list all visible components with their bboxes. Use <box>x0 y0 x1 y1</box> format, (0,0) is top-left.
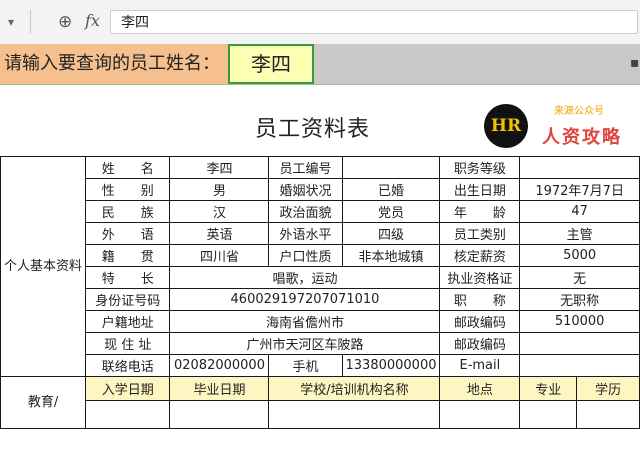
section-label-education: 教育/ <box>0 376 87 429</box>
field-value[interactable]: 1972年7月7日 <box>519 178 640 201</box>
field-value[interactable]: 李四 <box>169 156 270 179</box>
field-label: 户口性质 <box>268 244 343 267</box>
field-value[interactable]: 13380000000 <box>341 354 441 377</box>
field-label: 现 住 址 <box>85 332 171 355</box>
table-row: 教育/ 入学日期 毕业日期 学校/培训机构名称 地点 专业 学历 <box>0 376 640 429</box>
employee-table: 个人基本资料 姓 名 李四 员工编号 职务等级 性 别 男 婚姻状况 已婚 出生… <box>0 156 640 429</box>
field-label: 员工类别 <box>439 222 521 245</box>
table-row: 民 族 汉 政治面貌 党员 年 龄 47 <box>1 200 640 223</box>
scroll-marker-icon: ▪ <box>630 55 640 71</box>
table-row: 性 别 男 婚姻状况 已婚 出生日期 1972年7月7日 <box>1 178 640 201</box>
field-value[interactable] <box>519 156 640 179</box>
table-row <box>1 400 640 429</box>
field-label: 手机 <box>268 354 343 377</box>
table-row: 特 长 唱歌，运动 执业资格证 无 <box>1 266 640 289</box>
field-value[interactable]: 党员 <box>341 200 441 223</box>
field-value[interactable]: 海南省儋州市 <box>169 310 441 333</box>
table-row: 外 语 英语 外语水平 四级 员工类别 主管 <box>1 222 640 245</box>
field-label: 外 语 <box>85 222 171 245</box>
field-value[interactable]: 广州市天河区车陂路 <box>169 332 441 355</box>
field-value[interactable]: 5000 <box>519 244 640 267</box>
column-header: 学校/培训机构名称 <box>268 376 441 401</box>
field-value[interactable]: 四川省 <box>169 244 270 267</box>
field-value[interactable]: 460029197207071010 <box>169 288 441 311</box>
field-value[interactable]: 四级 <box>341 222 441 245</box>
query-label: 请输入要查询的员工姓名： <box>0 44 228 84</box>
field-value[interactable]: 非本地城镇 <box>341 244 441 267</box>
field-label: 户籍地址 <box>85 310 171 333</box>
field-label: E-mail <box>439 354 521 377</box>
field-label: 出生日期 <box>439 178 521 201</box>
column-header: 地点 <box>439 376 521 401</box>
field-label: 特 长 <box>85 266 171 289</box>
column-header: 学历 <box>576 376 640 401</box>
empty-cell[interactable] <box>85 400 171 429</box>
column-header: 入学日期 <box>85 376 171 401</box>
table-row: 联络电话 02082000000 手机 13380000000 E-mail <box>1 354 640 377</box>
column-header: 专业 <box>519 376 578 401</box>
field-label: 年 龄 <box>439 200 521 223</box>
field-value[interactable] <box>519 354 640 377</box>
field-value[interactable]: 唱歌，运动 <box>169 266 441 289</box>
section-label-personal: 个人基本资料 <box>0 156 87 377</box>
field-value[interactable] <box>341 156 441 179</box>
hr-logo-icon: HR <box>484 104 528 148</box>
column-header: 毕业日期 <box>169 376 270 401</box>
watermark-logo: HR 来源公众号 人资攻略 <box>478 99 640 154</box>
formula-input[interactable]: 李四 <box>110 10 638 34</box>
field-label: 职 称 <box>439 288 521 311</box>
insert-function-icon[interactable]: fx <box>85 11 100 30</box>
logo-name-text: 人资攻略 <box>542 127 622 148</box>
field-label: 性 别 <box>85 178 171 201</box>
field-value[interactable]: 汉 <box>169 200 270 223</box>
table-row: 现 住 址 广州市天河区车陂路 邮政编码 <box>1 332 640 355</box>
field-value[interactable]: 510000 <box>519 310 640 333</box>
table-row: 个人基本资料 姓 名 李四 员工编号 职务等级 <box>0 156 640 377</box>
name-box-dropdown-icon[interactable]: ▾ <box>0 10 22 34</box>
table-row: 身份证号码 460029197207071010 职 称 无职称 <box>1 288 640 311</box>
field-value[interactable]: 02082000000 <box>169 354 270 377</box>
field-label: 职务等级 <box>439 156 521 179</box>
logo-source-text: 来源公众号 <box>554 106 604 117</box>
field-value[interactable]: 无 <box>519 266 640 289</box>
field-label: 核定薪资 <box>439 244 521 267</box>
field-label: 员工编号 <box>268 156 343 179</box>
field-label: 民 族 <box>85 200 171 223</box>
employee-sheet: 员工资料表 HR 来源公众号 人资攻略 个人基本资料 姓 名 李四 员工编号 职… <box>0 85 640 459</box>
formula-bar: ▾ ⊕ fx 李四 <box>0 0 640 45</box>
sheet-title: 员工资料表 <box>255 117 371 142</box>
field-label: 籍 贯 <box>85 244 171 267</box>
field-value[interactable]: 男 <box>169 178 270 201</box>
zoom-formula-icon[interactable]: ⊕ <box>58 12 72 32</box>
formula-bar-divider <box>30 10 31 34</box>
field-label: 邮政编码 <box>439 332 521 355</box>
field-value[interactable]: 英语 <box>169 222 270 245</box>
table-row: 户籍地址 海南省儋州市 邮政编码 510000 <box>1 310 640 333</box>
field-value[interactable] <box>519 332 640 355</box>
field-value[interactable]: 已婚 <box>341 178 441 201</box>
empty-cell[interactable] <box>519 400 578 429</box>
field-label: 邮政编码 <box>439 310 521 333</box>
field-label: 外语水平 <box>268 222 343 245</box>
field-label: 执业资格证 <box>439 266 521 289</box>
empty-cell[interactable] <box>439 400 521 429</box>
field-label: 姓 名 <box>85 156 171 179</box>
field-label: 政治面貌 <box>268 200 343 223</box>
empty-cell[interactable] <box>576 400 640 429</box>
field-value[interactable]: 47 <box>519 200 640 223</box>
table-row: 籍 贯 四川省 户口性质 非本地城镇 核定薪资 5000 <box>1 244 640 267</box>
field-value[interactable]: 主管 <box>519 222 640 245</box>
empty-cell[interactable] <box>268 400 441 429</box>
field-label: 身份证号码 <box>85 288 171 311</box>
field-value[interactable]: 无职称 <box>519 288 640 311</box>
field-label: 联络电话 <box>85 354 171 377</box>
employee-name-query-cell[interactable]: 李四 <box>228 44 314 84</box>
field-label: 婚姻状况 <box>268 178 343 201</box>
empty-cell[interactable] <box>169 400 270 429</box>
